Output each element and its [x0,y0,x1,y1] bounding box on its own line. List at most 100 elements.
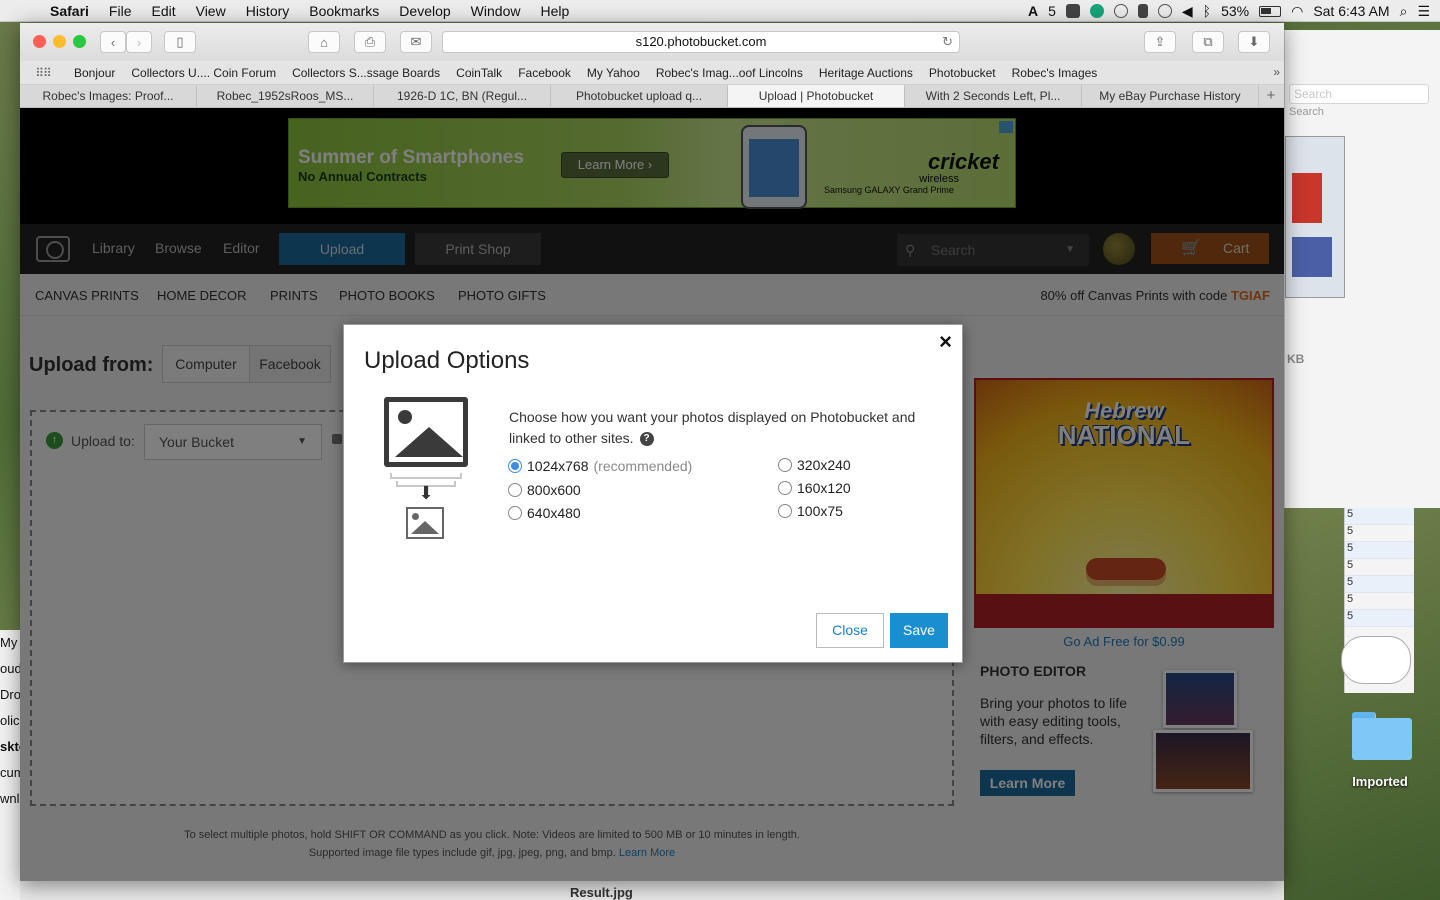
bookmark-item[interactable]: Heritage Auctions [811,66,921,80]
adobe-icon[interactable]: A [1028,3,1038,19]
tabs-overview-button[interactable]: ⧉ [1192,31,1224,53]
background-search-field[interactable]: Search [1289,84,1429,104]
home-button[interactable]: ⌂ [308,31,340,53]
share-button[interactable]: ⇪ [1144,31,1176,53]
menu-window[interactable]: Window [461,3,531,19]
bookmark-item[interactable]: Photobucket [921,66,1004,80]
size-option-100x75[interactable]: 100x75 [778,503,843,519]
size-option-1024x768[interactable]: 1024x768 (recommended) [508,458,692,474]
folder-icon[interactable] [1352,712,1412,760]
bookmark-item[interactable]: Robec's Imag...oof Lincolns [648,66,811,80]
size-option-800x600[interactable]: 800x600 [508,482,581,498]
battery-icon[interactable] [1259,5,1282,17]
bookmark-item[interactable]: My Yahoo [579,66,648,80]
background-size-label: KB [1287,352,1305,366]
menu-file[interactable]: File [99,3,142,19]
background-thumbnail [1285,136,1345,298]
radio-button[interactable] [508,483,522,497]
bookmark-item[interactable]: CoinTalk [448,66,510,80]
background-file-name: Result.jpg [570,885,633,900]
arrow-down-icon: ⬇ [418,483,434,503]
background-list-window: 5 5 5 5 5 5 5 [1341,508,1414,693]
lock-icon[interactable] [1137,4,1148,18]
print-button[interactable]: ⎙ [354,31,386,53]
close-window-icon[interactable] [33,35,46,48]
size-option-320x240[interactable]: 320x240 [778,457,851,473]
background-search-label: Search [1289,106,1324,118]
background-window-bottom: Result.jpg [20,881,1284,900]
url-text: s120.photobucket.com [635,34,767,49]
menu-edit[interactable]: Edit [141,3,185,19]
bookmarks-overflow-icon[interactable]: » [1273,65,1280,79]
radio-button[interactable] [778,481,792,495]
adobe-count: 5 [1048,3,1056,19]
back-button[interactable]: ‹ [100,31,126,53]
sidebar-toggle-button[interactable]: ▯ [164,31,196,53]
bookmarks-bar: ⠿⠿ Bonjour Collectors U.... Coin Forum C… [20,61,1284,85]
menu-history[interactable]: History [236,3,300,19]
menu-develop[interactable]: Develop [389,3,460,19]
notification-center-icon[interactable]: ☰ [1417,3,1430,20]
wifi-icon[interactable]: ◠ [1291,3,1303,20]
volume-icon[interactable]: ◀ [1182,3,1193,20]
radio-button[interactable] [778,504,792,518]
new-tab-button[interactable]: + [1259,85,1283,107]
minimize-window-icon[interactable] [53,35,66,48]
save-button[interactable]: Save [890,613,948,648]
menu-help[interactable]: Help [530,3,579,19]
browser-tab[interactable]: With 2 Seconds Left, Pl... [905,85,1082,107]
help-icon[interactable]: ? [639,432,654,446]
downloads-button[interactable]: ⬇ [1238,31,1270,53]
zoom-window-icon[interactable] [73,35,86,48]
browser-tab[interactable]: Photobucket upload q... [551,85,728,107]
forward-button[interactable]: › [126,31,152,53]
mail-button[interactable]: ✉ [400,31,432,53]
background-finder-sidebar: My oud Dro olica skto cum wnl [0,630,20,900]
recommended-label: (recommended) [593,458,693,474]
safari-window: ‹ › ▯ ⌂ ⎙ ✉ s120.photobucket.com ↻ ⇪ ⧉ ⬇… [20,23,1284,881]
browser-tab[interactable]: Robec_1952sRoos_MS... [197,85,374,107]
bookmark-item[interactable]: Collectors U.... Coin Forum [123,66,284,80]
background-button[interactable] [1341,636,1411,684]
address-bar[interactable]: s120.photobucket.com ↻ [442,31,960,53]
close-icon[interactable]: × [939,329,952,355]
bookmark-item[interactable]: Facebook [510,66,579,80]
sync-icon[interactable] [1089,4,1104,18]
menu-bookmarks[interactable]: Bookmarks [299,3,389,19]
bookmark-item[interactable]: Bonjour [66,66,123,80]
macos-menu-bar: Safari File Edit View History Bookmarks … [0,0,1440,22]
spotlight-search-icon[interactable]: ⌕ [1400,3,1408,20]
modal-title: Upload Options [364,347,530,374]
clock[interactable]: Sat 6:43 AM [1313,3,1389,19]
battery-percent: 53% [1221,3,1250,19]
chat-bubble-icon[interactable] [1113,4,1128,18]
upload-options-modal: Upload Options × ⬇ Choose how you want y… [343,324,963,663]
close-button[interactable]: Close [816,613,884,648]
bookmark-item[interactable]: Collectors S...ssage Boards [284,66,448,80]
radio-button[interactable] [778,458,792,472]
menu-view[interactable]: View [186,3,236,19]
modal-prompt: Choose how you want your photos displaye… [509,409,916,446]
browser-tab[interactable]: 1926-D 1C, BN (Regul... [374,85,551,107]
web-page: Summer of Smartphones No Annual Contract… [20,108,1284,881]
radio-button[interactable] [508,459,522,473]
tab-bar: Robec's Images: Proof... Robec_1952sRoos… [20,85,1284,108]
safari-toolbar: ‹ › ▯ ⌂ ⎙ ✉ s120.photobucket.com ↻ ⇪ ⧉ ⬇ [20,23,1284,61]
app-status-icon[interactable] [1065,4,1080,18]
menu-extras: A 5 ◀ ᛒ 53% ◠ Sat 6:43 AM ⌕ ☰ [1028,0,1440,22]
background-window: Search Search KB [1284,30,1440,508]
size-option-640x480[interactable]: 640x480 [508,505,581,521]
radio-button[interactable] [508,506,522,520]
menu-app-name[interactable]: Safari [40,3,99,19]
time-machine-icon[interactable] [1157,4,1172,18]
browser-tab[interactable]: My eBay Purchase History [1082,85,1259,107]
folder-label[interactable]: Imported [1340,774,1420,789]
top-sites-grid-icon[interactable]: ⠿⠿ [20,66,66,80]
browser-tab[interactable]: Robec's Images: Proof... [20,85,197,107]
resize-illustration-icon: ⬇ [384,397,470,543]
size-option-160x120[interactable]: 160x120 [778,480,851,496]
reload-icon[interactable]: ↻ [942,32,953,52]
browser-tab-active[interactable]: Upload | Photobucket [728,85,905,107]
bookmark-item[interactable]: Robec's Images [1004,66,1106,80]
bluetooth-icon[interactable]: ᛒ [1203,3,1211,19]
